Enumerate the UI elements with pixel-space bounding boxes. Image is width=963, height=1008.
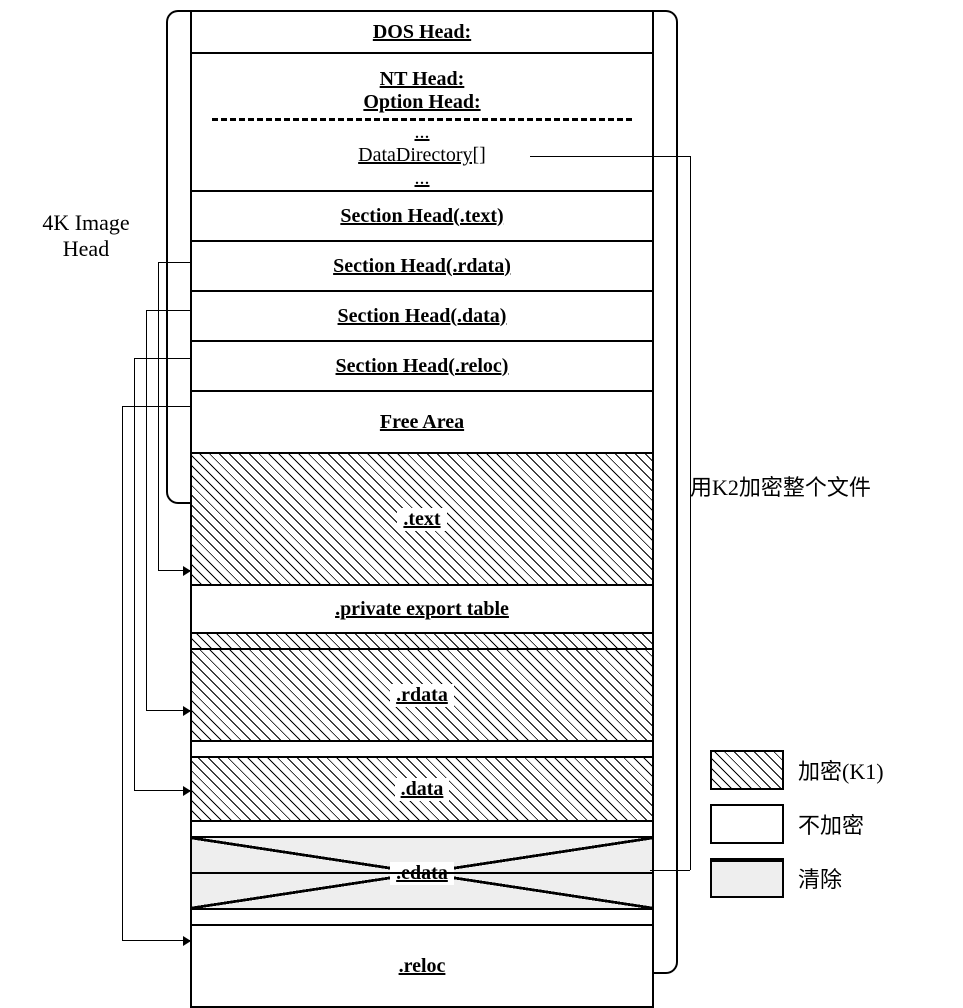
k2-label: 用K2加密整个文件 [690, 470, 871, 502]
dots1: ... [415, 121, 430, 144]
conn-shtext-h2 [158, 570, 190, 571]
diagram-container: 4K Image Head 用K2加密整个文件 DOS Head: NT Hea… [10, 10, 953, 990]
option-head-label: Option Head: [363, 91, 480, 114]
dots2: ... [415, 167, 430, 190]
rdata-label: .rdata [390, 684, 454, 707]
legend-label-noenc: 不加密 [798, 808, 864, 840]
conn-datadir-h1 [530, 156, 690, 157]
row-section-head-rdata: Section Head(.rdata) [192, 242, 652, 292]
conn-datadir-h2 [650, 870, 690, 871]
conn-shreloc-h2 [122, 940, 190, 941]
conn-shdata-h1 [134, 358, 190, 359]
legend-swatch-crossed [710, 858, 784, 898]
conn-shrdata-v [146, 310, 147, 710]
pe-layout-block: DOS Head: NT Head: Option Head: ... Data… [190, 10, 654, 1008]
gap-edata-reloc [192, 910, 652, 926]
legend-swatch-plain [710, 804, 784, 844]
conn-shreloc-v [122, 406, 123, 940]
legend-encrypt-k1: 加密(K1) [710, 750, 884, 790]
row-data-section: .data [192, 758, 652, 822]
conn-shdata-h2 [134, 790, 190, 791]
edata-label: .edata [390, 862, 454, 885]
conn-shreloc-h1 [122, 406, 190, 407]
image-head-label: 4K Image Head [16, 210, 156, 262]
conn-datadir-v [690, 156, 691, 870]
nt-head-label: NT Head: [380, 68, 465, 91]
row-rdata-stub [192, 634, 652, 650]
row-section-head-reloc: Section Head(.reloc) [192, 342, 652, 392]
row-edata-section: .edata [192, 838, 652, 910]
row-section-head-text: Section Head(.text) [192, 192, 652, 242]
legend-swatch-hatched [710, 750, 784, 790]
data-label: .data [395, 778, 450, 801]
row-nt-head: NT Head: Option Head: ... DataDirectory[… [192, 54, 652, 192]
legend: 加密(K1) 不加密 清除 [710, 750, 884, 912]
legend-label-clear: 清除 [798, 862, 842, 894]
text-label: .text [397, 508, 446, 531]
conn-shrdata-h1 [146, 310, 190, 311]
row-rdata-section: .rdata [192, 650, 652, 742]
conn-shtext-v [158, 262, 159, 570]
label-4k: 4K Image [42, 210, 129, 235]
gap-rdata-data [192, 742, 652, 758]
legend-label-k1: 加密(K1) [798, 754, 884, 786]
conn-shtext-h1 [158, 262, 190, 263]
conn-shrdata-h2 [146, 710, 190, 711]
image-head-brace [166, 10, 192, 504]
datadirectory-label: DataDirectory[] [358, 144, 486, 167]
conn-shdata-v [134, 358, 135, 790]
legend-no-encrypt: 不加密 [710, 804, 884, 844]
row-free-area: Free Area [192, 392, 652, 454]
row-section-head-data: Section Head(.data) [192, 292, 652, 342]
row-private-export: .private export table [192, 586, 652, 634]
k2-brace [652, 10, 678, 974]
row-text-section: .text [192, 454, 652, 586]
row-dos-head: DOS Head: [192, 12, 652, 54]
label-head: Head [63, 236, 109, 261]
legend-clear: 清除 [710, 858, 884, 898]
gap-data-edata [192, 822, 652, 838]
row-reloc-section: .reloc [192, 926, 652, 1006]
